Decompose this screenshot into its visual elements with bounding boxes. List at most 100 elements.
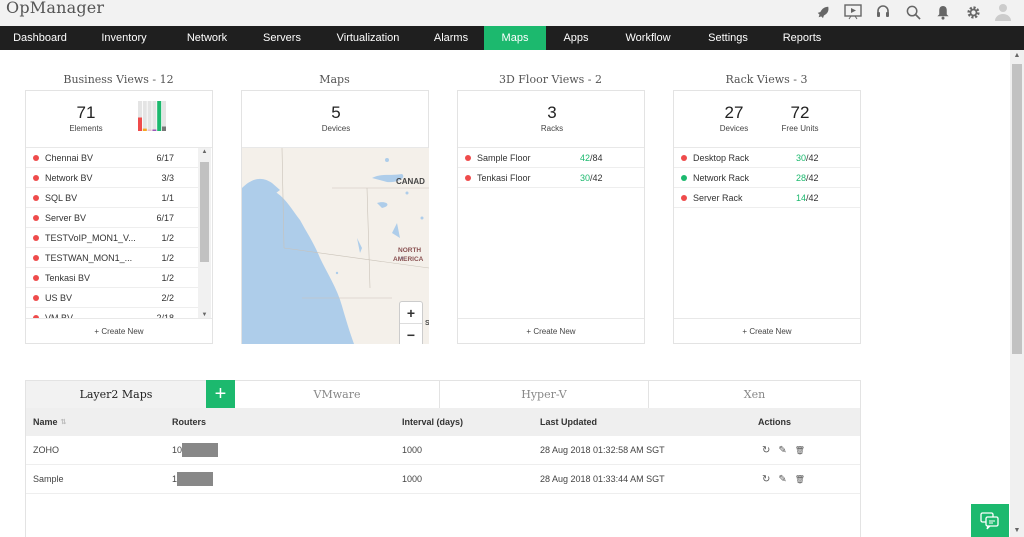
scroll-up-arrow-icon[interactable]: ▲ <box>1010 50 1024 62</box>
elements-count: 71 <box>76 103 96 122</box>
redacted-block <box>182 443 219 457</box>
routers-value: 10 <box>172 445 183 455</box>
delete-icon[interactable]: 🗑 <box>795 446 805 455</box>
scrollbar-thumb[interactable] <box>200 162 209 262</box>
map-zoom-out-button[interactable]: − <box>400 324 422 344</box>
headset-support-icon[interactable] <box>868 1 898 23</box>
scroll-down-arrow-icon[interactable]: ▼ <box>1010 525 1024 537</box>
sort-icon[interactable]: ⇅ <box>61 418 67 426</box>
gear-icon[interactable] <box>958 1 988 23</box>
refresh-icon[interactable]: ↻ <box>762 474 770 485</box>
severity-mini-chart[interactable] <box>138 101 166 131</box>
racks-label: Racks <box>540 124 564 133</box>
main-nav: Dashboard Inventory Network Servers Virt… <box>0 26 1024 50</box>
table-row[interactable]: Sample 1 1000 28 Aug 2018 01:33:44 AM SGT ↻ ✎… <box>26 465 860 494</box>
business-view-name: Chennai BV <box>45 152 94 163</box>
scroll-up-arrow-icon[interactable]: ▲ <box>198 149 211 155</box>
chat-button[interactable] <box>971 504 1009 537</box>
rack-view-item[interactable]: Desktop Rack 30/42 <box>674 148 860 168</box>
nav-settings[interactable]: Settings <box>690 26 766 50</box>
business-view-name: US BV <box>45 292 73 303</box>
redacted-block <box>177 472 214 486</box>
delete-icon[interactable]: 🗑 <box>795 475 805 484</box>
tab-layer2-maps[interactable]: Layer2 Maps <box>26 381 206 408</box>
map-name[interactable]: Sample <box>33 465 64 493</box>
business-view-count: 1/2 <box>161 252 174 263</box>
rack-view-item[interactable]: Network Rack 28/42 <box>674 168 860 188</box>
nav-inventory[interactable]: Inventory <box>80 26 168 50</box>
nav-alarms[interactable]: Alarms <box>418 26 484 50</box>
column-name-label: Name <box>33 417 58 427</box>
nav-maps[interactable]: Maps <box>484 26 546 50</box>
business-views-scrollbar[interactable]: ▲ ▼ <box>198 148 211 319</box>
create-floor-view-button[interactable]: + Create New <box>458 318 644 343</box>
world-map[interactable]: CANAD NORTH AMERICA S + − <box>242 148 429 344</box>
status-dot <box>33 254 39 261</box>
nav-workflow[interactable]: Workflow <box>606 26 690 50</box>
interval-value: 1000 <box>402 445 423 455</box>
nav-apps[interactable]: Apps <box>546 26 606 50</box>
status-dot <box>33 294 39 301</box>
tab-vmware[interactable]: VMware <box>235 381 440 408</box>
status-dot <box>681 154 687 161</box>
create-rack-view-button[interactable]: + Create New <box>674 318 860 343</box>
free-units-count: 72 <box>790 103 810 122</box>
column-last-updated[interactable]: Last Updated <box>540 408 597 436</box>
map-name[interactable]: ZOHO <box>33 436 59 464</box>
mini-chart-bar <box>152 129 157 131</box>
column-interval[interactable]: Interval (days) <box>402 408 463 436</box>
business-view-count: 2/2 <box>161 292 174 303</box>
business-view-item[interactable]: US BV 2/2 <box>26 288 198 308</box>
edit-icon[interactable]: ✎ <box>778 474 786 485</box>
search-icon[interactable] <box>898 1 928 23</box>
total-units: /42 <box>806 172 819 183</box>
page-scrollbar[interactable]: ▲ ▼ <box>1010 50 1024 537</box>
refresh-icon[interactable]: ↻ <box>762 445 770 456</box>
business-view-name: Server BV <box>45 212 87 223</box>
edit-icon[interactable]: ✎ <box>778 445 786 456</box>
column-name[interactable]: Name ⇅ <box>33 408 66 436</box>
business-view-name: Network BV <box>45 172 93 183</box>
mini-chart-track <box>147 101 152 131</box>
video-tutorial-icon[interactable] <box>838 1 868 23</box>
table-row[interactable]: ZOHO 10 1000 28 Aug 2018 01:32:58 AM SGT ↻ ✎ 🗑 <box>26 436 860 465</box>
nav-reports[interactable]: Reports <box>766 26 838 50</box>
mini-chart-bar <box>142 128 147 131</box>
nav-dashboard[interactable]: Dashboard <box>0 26 80 50</box>
used-units: 30 <box>580 172 591 183</box>
business-view-name: TESTVoIP_MON1_V... <box>45 232 136 243</box>
devices-count: 5 <box>331 103 341 122</box>
rack-view-item[interactable]: Server Rack 14/42 <box>674 188 860 208</box>
mini-chart-track <box>142 101 147 131</box>
create-business-view-button[interactable]: + Create New <box>26 318 212 343</box>
business-view-item[interactable]: Tenkasi BV 1/2 <box>26 268 198 288</box>
rocket-icon[interactable] <box>808 1 838 23</box>
status-dot <box>681 174 687 181</box>
scrollbar-thumb[interactable] <box>1012 64 1022 354</box>
business-view-item[interactable]: SQL BV 1/1 <box>26 188 198 208</box>
add-layer2-map-button[interactable]: + <box>206 380 235 408</box>
used-units: 42 <box>580 152 591 163</box>
floor-view-item[interactable]: Sample Floor 42/84 <box>458 148 644 168</box>
nav-servers[interactable]: Servers <box>246 26 318 50</box>
map-zoom-in-button[interactable]: + <box>400 302 422 324</box>
business-view-item[interactable]: Network BV 3/3 <box>26 168 198 188</box>
business-view-item[interactable]: TESTVoIP_MON1_V... 1/2 <box>26 228 198 248</box>
user-avatar-icon[interactable] <box>988 1 1018 23</box>
rack-view-item-name: Server Rack <box>693 192 743 203</box>
bell-icon[interactable] <box>928 1 958 23</box>
total-units: /42 <box>806 152 819 163</box>
routers-cell: 10 <box>172 436 219 464</box>
nav-virtualization[interactable]: Virtualization <box>318 26 418 50</box>
business-views-title: Business Views - 12 <box>63 73 174 86</box>
business-view-item[interactable]: TESTWAN_MON1_... 1/2 <box>26 248 198 268</box>
floor-view-item[interactable]: Tenkasi Floor 30/42 <box>458 168 644 188</box>
status-dot <box>681 194 687 201</box>
business-view-count: 6/17 <box>156 152 174 163</box>
business-view-item[interactable]: Chennai BV 6/17 <box>26 148 198 168</box>
tab-hyper-v[interactable]: Hyper-V <box>440 381 649 408</box>
column-routers[interactable]: Routers <box>172 408 206 436</box>
business-view-item[interactable]: Server BV 6/17 <box>26 208 198 228</box>
tab-xen[interactable]: Xen <box>649 381 860 408</box>
nav-network[interactable]: Network <box>168 26 246 50</box>
